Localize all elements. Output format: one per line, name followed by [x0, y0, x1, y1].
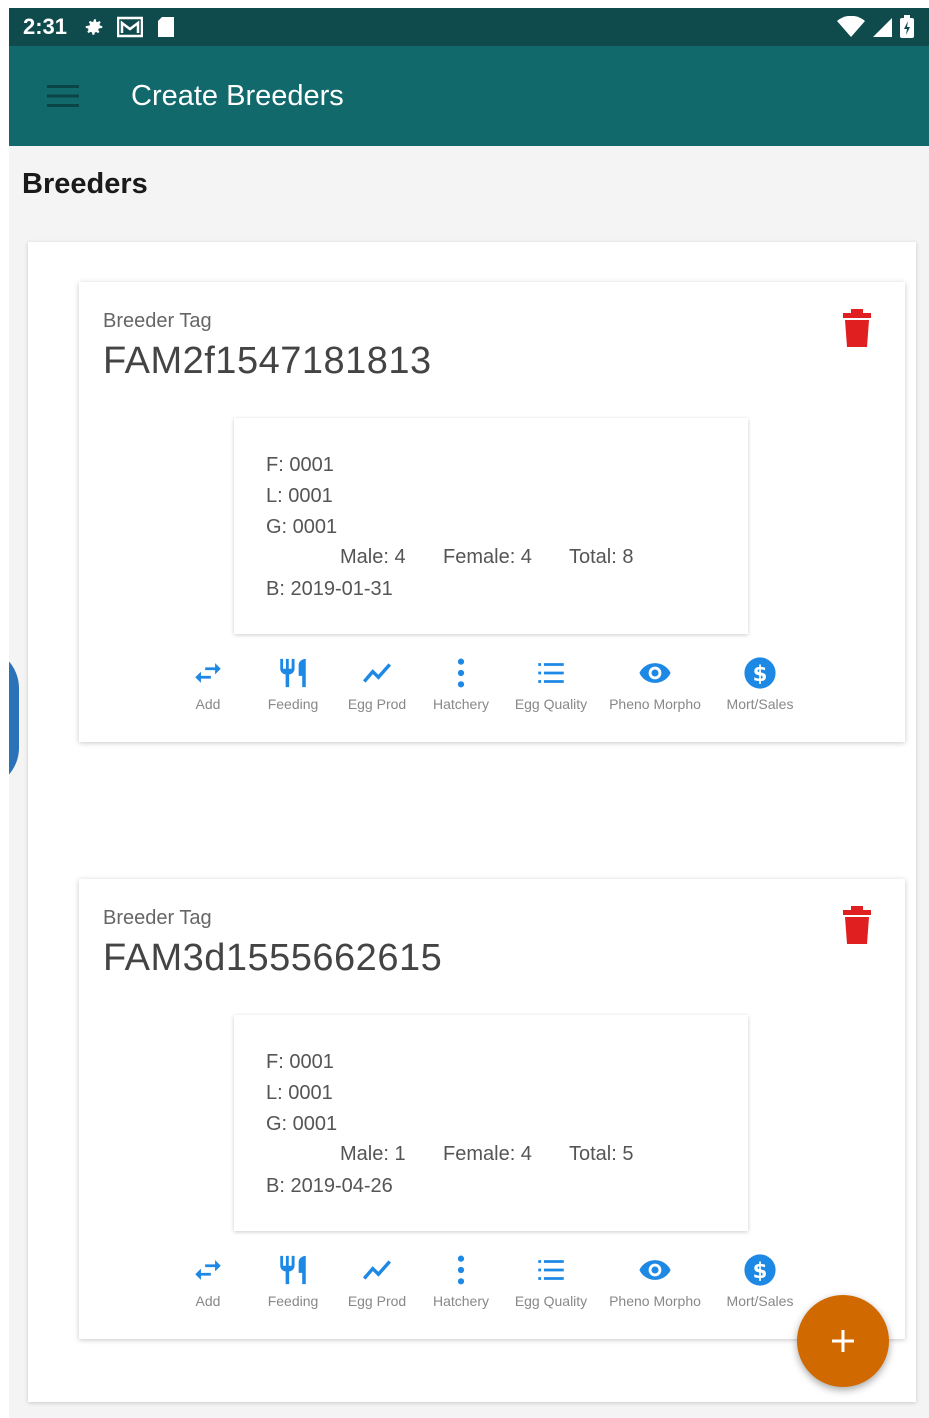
app-bar: Create Breeders [9, 46, 929, 146]
menu-button[interactable] [33, 66, 93, 126]
list-icon [538, 1260, 564, 1280]
swap-arrows-icon [195, 663, 221, 683]
breeder-card: Breeder Tag FAM3d1555662615 F: 0001 L: 0… [79, 879, 905, 1339]
info-l: L: 0001 [266, 485, 333, 507]
status-right-icons [837, 15, 915, 39]
trend-line-icon [362, 1260, 392, 1280]
battery-icon [900, 15, 914, 38]
info-b: B: 2019-04-26 [266, 1175, 393, 1197]
more-vert-icon [457, 1255, 465, 1285]
breeder-card: Breeder Tag FAM2f1547181813 F: 0001 L: 0… [79, 282, 905, 742]
trash-icon [843, 309, 871, 347]
info-total: Total: 5 [569, 1143, 634, 1165]
action-pheno-morpho[interactable]: Pheno Morpho [605, 1253, 705, 1309]
action-egg-quality[interactable]: Egg Quality [501, 1253, 601, 1309]
plus-icon [832, 1330, 854, 1352]
status-time: 2:31 [23, 14, 68, 39]
list-icon [538, 663, 564, 683]
info-l: L: 0001 [266, 1082, 333, 1104]
restaurant-icon [280, 1255, 306, 1285]
breeder-info-box: F: 0001 L: 0001 G: 0001 Male: 4 Female: … [234, 418, 748, 634]
breeder-tag-label: Breeder Tag [103, 907, 212, 929]
sd-card-icon [153, 16, 179, 38]
section-title: Breeders [22, 168, 148, 200]
signal-icon [873, 18, 892, 37]
more-vert-icon [457, 658, 465, 688]
info-f: F: 0001 [266, 454, 334, 476]
trend-line-icon [362, 663, 392, 683]
side-tab[interactable] [9, 648, 19, 788]
wifi-icon [837, 16, 865, 37]
delete-button[interactable] [839, 905, 875, 945]
info-f: F: 0001 [266, 1051, 334, 1073]
action-bar: Add Feeding Egg Prod Hatchery Egg Qualit… [183, 1253, 803, 1323]
add-breeder-fab[interactable] [797, 1295, 889, 1387]
info-female: Female: 4 [443, 1143, 532, 1165]
action-mort-sales[interactable]: $ Mort/Sales [710, 1253, 810, 1309]
app-screen: 2:31 Create Breeders Breeders Breeder Ta… [9, 8, 929, 1418]
status-bar: 2:31 [9, 8, 929, 46]
info-male: Male: 1 [340, 1143, 406, 1165]
svg-text:$: $ [753, 1259, 768, 1284]
info-male: Male: 4 [340, 546, 406, 568]
info-b: B: 2019-01-31 [266, 578, 393, 600]
action-hatchery[interactable]: Hatchery [411, 1253, 511, 1309]
breeder-tag-value: FAM2f1547181813 [103, 340, 432, 382]
gmail-icon [117, 16, 144, 38]
swap-arrows-icon [195, 1260, 221, 1280]
settings-icon [81, 16, 107, 38]
action-mort-sales[interactable]: $ Mort/Sales [710, 656, 810, 712]
breeders-list-container: Breeder Tag FAM2f1547181813 F: 0001 L: 0… [28, 242, 916, 1402]
info-g: G: 0001 [266, 516, 338, 538]
action-hatchery[interactable]: Hatchery [411, 656, 511, 712]
info-female: Female: 4 [443, 546, 532, 568]
eye-icon [639, 663, 671, 683]
info-total: Total: 8 [569, 546, 634, 568]
page-title: Create Breeders [131, 79, 344, 112]
restaurant-icon [280, 658, 306, 688]
action-egg-quality[interactable]: Egg Quality [501, 656, 601, 712]
dollar-icon: $ [744, 657, 776, 689]
info-g: G: 0001 [266, 1113, 338, 1135]
trash-icon [843, 906, 871, 944]
breeder-info-box: F: 0001 L: 0001 G: 0001 Male: 1 Female: … [234, 1015, 748, 1231]
delete-button[interactable] [839, 308, 875, 348]
action-pheno-morpho[interactable]: Pheno Morpho [605, 656, 705, 712]
dollar-icon: $ [744, 1254, 776, 1286]
eye-icon [639, 1260, 671, 1280]
breeder-tag-value: FAM3d1555662615 [103, 937, 443, 979]
breeder-tag-label: Breeder Tag [103, 310, 212, 332]
hamburger-menu-icon [47, 85, 79, 107]
action-bar: Add Feeding Egg Prod Hatchery Egg Qualit… [183, 656, 803, 726]
svg-text:$: $ [753, 662, 768, 687]
